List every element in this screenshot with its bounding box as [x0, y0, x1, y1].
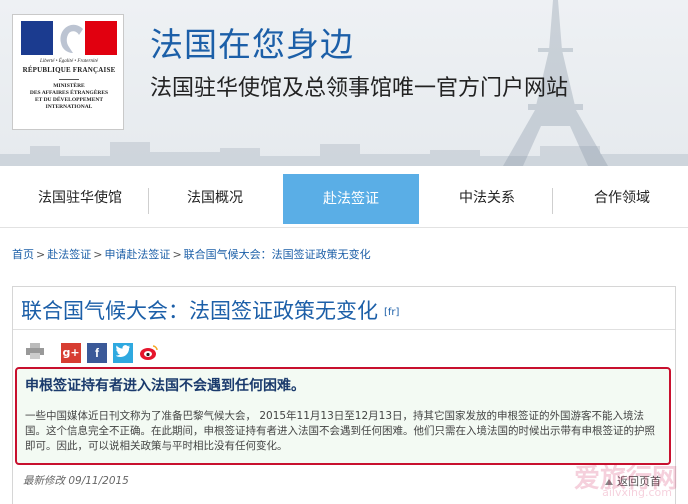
breadcrumb-apply-visa[interactable]: 申请赴法签证	[104, 248, 170, 261]
logo-motto: Liberté • Égalité • Fraternité	[40, 59, 98, 64]
nav-item-relations[interactable]: 中法关系	[428, 176, 546, 220]
article-panel: 联合国气候大会：法国签证政策无变化 [fr] g+ f 申根签证持有者进入法国不会…	[12, 286, 676, 504]
marianne-flag-icon	[21, 21, 117, 55]
last-updated: 最新修改 09/11/2015	[23, 475, 129, 487]
arrow-up-icon	[605, 479, 613, 485]
breadcrumb-separator: >	[93, 248, 103, 261]
back-to-top-label: 返回页首	[617, 475, 661, 488]
logo-ministry: MINISTÈRE DES AFFAIRES ÉTRANGÈRES ET DU …	[17, 83, 121, 111]
print-icon[interactable]	[25, 343, 45, 363]
back-to-top-link[interactable]: 返回页首	[605, 473, 661, 489]
nav-separator	[148, 188, 149, 214]
city-skyline-illustration	[0, 142, 688, 166]
breadcrumb-separator: >	[172, 248, 182, 261]
breadcrumb-current[interactable]: 联合国气候大会：法国签证政策无变化	[184, 248, 371, 261]
logo-divider	[59, 79, 79, 80]
breadcrumb: 首页 > 赴法签证 > 申请赴法签证 > 联合国气候大会：法国签证政策无变化	[12, 246, 371, 262]
french-version-link[interactable]: [fr]	[384, 307, 399, 318]
article-title-text: 联合国气候大会：法国签证政策无变化	[21, 299, 378, 323]
logo-republic: RÉPUBLIQUE FRANÇAISE	[22, 66, 116, 74]
logo-ministry-line: ET DU DÉVELOPPEMENT	[34, 97, 104, 103]
notice-heading: 申根签证持有者进入法国不会遇到任何困难。	[25, 378, 305, 394]
breadcrumb-home[interactable]: 首页	[12, 248, 34, 261]
nav-item-france-overview[interactable]: 法国概况	[156, 176, 274, 220]
nav-item-visa[interactable]: 赴法签证	[283, 174, 419, 224]
logo-ministry-line: MINISTÈRE	[53, 83, 85, 89]
notice-body: 一些中国媒体近日刊文称为了准备巴黎气候大会， 2015年11月13日至12月13…	[25, 410, 655, 452]
main-navigation: 法国驻华使馆 法国概况 赴法签证 中法关系 合作领域	[0, 170, 688, 228]
visa-notice-box: 申根签证持有者进入法国不会遇到任何困难。 一些中国媒体近日刊文称为了准备巴黎气候…	[15, 367, 671, 465]
title-divider	[13, 329, 675, 330]
logo-ministry-line: DES AFFAIRES ÉTRANGÈRES	[29, 90, 109, 96]
nav-item-cooperation[interactable]: 合作领域	[560, 176, 684, 220]
site-subtitle: 法国驻华使馆及总领事馆唯一官方门户网站	[150, 76, 569, 101]
twitter-icon[interactable]	[113, 343, 133, 363]
google-plus-icon[interactable]: g+	[61, 343, 81, 363]
weibo-icon[interactable]	[139, 343, 159, 363]
site-header: Liberté • Égalité • Fraternité RÉPUBLIQU…	[0, 0, 688, 166]
logo-ministry-line: INTERNATIONAL	[45, 104, 93, 110]
republique-francaise-logo[interactable]: Liberté • Égalité • Fraternité RÉPUBLIQU…	[12, 14, 124, 130]
facebook-icon[interactable]: f	[87, 343, 107, 363]
nav-separator	[552, 188, 553, 214]
breadcrumb-visa[interactable]: 赴法签证	[47, 248, 91, 261]
article-title: 联合国气候大会：法国签证政策无变化 [fr]	[21, 295, 399, 325]
breadcrumb-separator: >	[36, 248, 46, 261]
site-title[interactable]: 法国在您身边	[150, 18, 354, 66]
nav-item-embassy[interactable]: 法国驻华使馆	[20, 176, 140, 220]
